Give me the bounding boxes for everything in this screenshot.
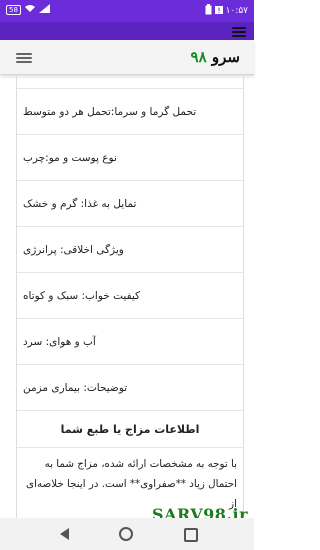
status-time: ۱۰:۵۷ [225,6,248,16]
status-icons-right: ۱۰:۵۷ [205,4,248,18]
info-row-notes: توضیحات: بیماری مزمن [17,365,243,411]
info-row-skin-hair-type: نوع پوست و مو:چرب [17,135,243,181]
logo-number: ۹۸ [190,48,207,66]
info-row-heat-cold-tolerance: تحمل گرما و سرما:تحمل هر دو متوسط [17,89,243,135]
alert-icon [214,5,223,17]
main-content: تحمل گرما و سرما:تحمل هر دو متوسط نوع پو… [16,74,244,518]
notification-badge: 58 [6,4,21,15]
system-nav-bar [0,518,254,550]
info-row [17,74,243,89]
info-row-climate: آب و هوای: سرد [17,319,243,365]
info-row-personality: ویژگی اخلاقی: پرانرژی [17,227,243,273]
info-row-sleep-quality: کیفیت خواب: سبک و کوتاه [17,273,243,319]
temperament-section-title: اطلاعات مزاج یا طبع شما [17,411,243,448]
recent-apps-icon[interactable] [184,528,198,542]
app-toolbar [0,22,254,40]
hamburger-menu-icon[interactable] [16,51,32,63]
logo-text: سرو [211,48,240,66]
site-logo[interactable]: سرو ۹۸ [191,48,240,66]
wifi-icon [24,4,36,15]
status-icons-left: 58 [6,4,50,15]
status-bar: 58 ۱۰:۵۷ [0,0,254,22]
home-icon[interactable] [119,527,133,541]
toolbar-menu-icon[interactable] [232,25,246,37]
back-icon[interactable] [60,528,69,540]
battery-icon [205,4,212,18]
signal-icon [38,4,50,15]
site-header: سرو ۹۸ [0,40,254,75]
info-row-food-preference: تمایل به غذا: گرم و خشک [17,181,243,227]
